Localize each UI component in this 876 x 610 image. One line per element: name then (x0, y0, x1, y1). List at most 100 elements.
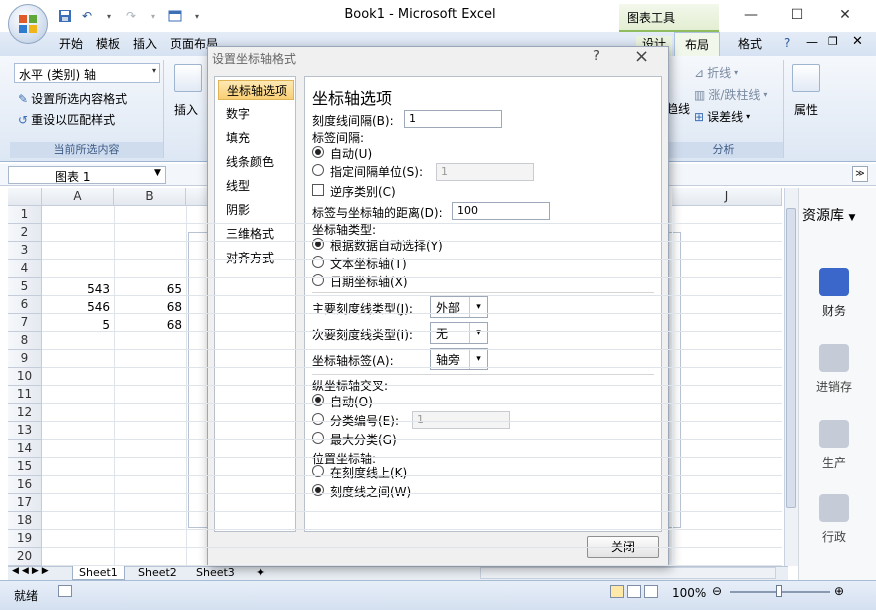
dialog-help-icon[interactable]: ? (593, 49, 600, 64)
normal-view-icon[interactable] (610, 585, 624, 598)
row-header[interactable]: 20 (8, 548, 42, 566)
row-header[interactable]: 8 (8, 332, 42, 350)
row-header[interactable]: 16 (8, 476, 42, 494)
minimize-icon[interactable]: — (736, 4, 766, 26)
tab-home[interactable]: 开始 (59, 36, 83, 56)
cross-max-radio[interactable] (312, 432, 324, 444)
resource-item-inventory[interactable]: 进销存 (798, 344, 870, 395)
row-header[interactable]: 10 (8, 368, 42, 386)
row-header[interactable]: 13 (8, 422, 42, 440)
label-interval-specify-radio[interactable] (312, 164, 324, 176)
sheet-tab-2[interactable]: Sheet2 (132, 566, 183, 580)
zoom-out-icon[interactable]: ⊖ (712, 584, 722, 598)
ribbon-restore-icon[interactable]: ❐ (828, 35, 838, 48)
tab-format[interactable]: 格式 (738, 36, 762, 56)
row-header[interactable]: 9 (8, 350, 42, 368)
axis-type-text-radio[interactable] (312, 256, 324, 268)
format-selection-button[interactable]: ✎ 设置所选内容格式 (18, 90, 127, 107)
resource-item-production[interactable]: 生产 (798, 420, 870, 471)
vertical-scroll-thumb[interactable] (786, 208, 796, 508)
error-bars-button[interactable]: ⊞ 误差线 ▾ (694, 108, 750, 125)
tab-templates[interactable]: 模板 (96, 36, 120, 56)
row-header[interactable]: 1 (8, 206, 42, 224)
row-header[interactable]: 18 (8, 512, 42, 530)
sheet-tab-1[interactable]: Sheet1 (72, 566, 125, 580)
workbook-close-icon[interactable]: ✕ (852, 34, 863, 49)
nav-line-style[interactable]: 线型 (218, 176, 294, 196)
label-interval-auto-radio[interactable] (312, 146, 324, 158)
position-on-tick-label[interactable]: 在刻度线上(K) (330, 464, 407, 481)
properties-label[interactable]: 属性 (794, 101, 818, 118)
chart-element-combo[interactable]: 水平 (类别) 轴 ▾ (14, 63, 160, 83)
row-header[interactable]: 5 (8, 278, 42, 296)
tick-interval-input[interactable]: 1 (404, 110, 502, 128)
zoom-in-icon[interactable]: ⊕ (834, 584, 844, 598)
name-box[interactable]: 图表 1 (8, 166, 166, 184)
axis-type-auto-radio[interactable] (312, 238, 324, 250)
close-icon[interactable]: ✕ (830, 4, 860, 26)
minor-tick-select[interactable]: 无 ▾ (430, 322, 488, 344)
zoom-slider-thumb[interactable] (776, 585, 782, 597)
name-box-dropdown-icon[interactable]: ▼ (154, 168, 161, 178)
resource-panel-title[interactable]: 资源库 ▼ (802, 205, 855, 225)
insert-label[interactable]: 插入 (174, 101, 198, 118)
row-header[interactable]: 3 (8, 242, 42, 260)
help-icon[interactable]: ? (784, 36, 790, 50)
row-header[interactable]: 4 (8, 260, 42, 278)
sheet-nav-arrows-icon[interactable]: ◀◀▶▶ (12, 566, 52, 576)
column-header-j[interactable]: J (672, 188, 782, 206)
sheet-tab-3[interactable]: Sheet3 (190, 566, 241, 580)
label-interval-specify-label[interactable]: 指定间隔单位(S): (330, 163, 423, 180)
maximize-icon[interactable]: ☐ (782, 4, 812, 26)
insert-sheet-icon[interactable]: ✦ (250, 566, 271, 580)
reverse-categories-checkbox[interactable] (312, 184, 324, 196)
row-header[interactable]: 11 (8, 386, 42, 404)
row-header[interactable]: 2 (8, 224, 42, 242)
expand-formula-icon[interactable]: ≫ (852, 166, 868, 182)
resource-item-admin[interactable]: 行政 (798, 494, 870, 545)
label-distance-input[interactable]: 100 (452, 202, 550, 220)
page-layout-view-icon[interactable] (627, 585, 641, 598)
nav-number[interactable]: 数字 (218, 104, 294, 124)
dialog-close-icon[interactable]: × (634, 46, 649, 67)
horizontal-scrollbar[interactable] (480, 567, 776, 579)
label-interval-specify-input[interactable]: 1 (436, 163, 534, 181)
row-header[interactable]: 6 (8, 296, 42, 314)
nav-line-color[interactable]: 线条颜色 (218, 152, 294, 172)
zoom-level[interactable]: 100% (672, 586, 706, 600)
nav-shadow[interactable]: 阴影 (218, 200, 294, 220)
row-header[interactable]: 14 (8, 440, 42, 458)
axis-type-date-radio[interactable] (312, 274, 324, 286)
axis-type-text-label[interactable]: 文本坐标轴(T) (330, 255, 407, 272)
nav-alignment[interactable]: 对齐方式 (218, 248, 294, 268)
page-break-view-icon[interactable] (644, 585, 658, 598)
lines-button[interactable]: ⊿ 折线 ▾ (694, 64, 738, 81)
resource-item-finance[interactable]: 财务 (798, 268, 870, 319)
cross-category-radio[interactable] (312, 413, 324, 425)
column-header-b[interactable]: B (114, 188, 186, 206)
row-header[interactable]: 15 (8, 458, 42, 476)
label-interval-auto-label[interactable]: 自动(U) (330, 145, 372, 162)
select-all-corner[interactable] (8, 188, 42, 206)
nav-fill[interactable]: 填充 (218, 128, 294, 148)
row-header[interactable]: 17 (8, 494, 42, 512)
cross-auto-radio[interactable] (312, 394, 324, 406)
office-button[interactable] (8, 4, 48, 44)
axis-type-date-label[interactable]: 日期坐标轴(X) (330, 273, 408, 290)
tab-insert[interactable]: 插入 (133, 36, 157, 56)
properties-icon[interactable] (792, 64, 820, 92)
tab-layout[interactable]: 布局 (674, 32, 720, 56)
nav-axis-options[interactable]: 坐标轴选项 (218, 80, 294, 100)
position-between-tick-radio[interactable] (312, 484, 324, 496)
major-tick-select[interactable]: 外部 ▾ (430, 296, 488, 318)
reverse-categories-label[interactable]: 逆序类别(C) (330, 183, 396, 200)
row-header[interactable]: 19 (8, 530, 42, 548)
row-header[interactable]: 7 (8, 314, 42, 332)
updown-bars-button[interactable]: ▥ 涨/跌柱线 ▾ (694, 86, 767, 103)
row-header[interactable]: 12 (8, 404, 42, 422)
column-header-c[interactable] (186, 188, 208, 206)
insert-icon[interactable] (174, 64, 202, 92)
trendline-label[interactable]: 趋线 (666, 100, 690, 117)
position-between-tick-label[interactable]: 刻度线之间(W) (330, 483, 411, 500)
reset-style-button[interactable]: ↺ 重设以匹配样式 (18, 111, 115, 128)
